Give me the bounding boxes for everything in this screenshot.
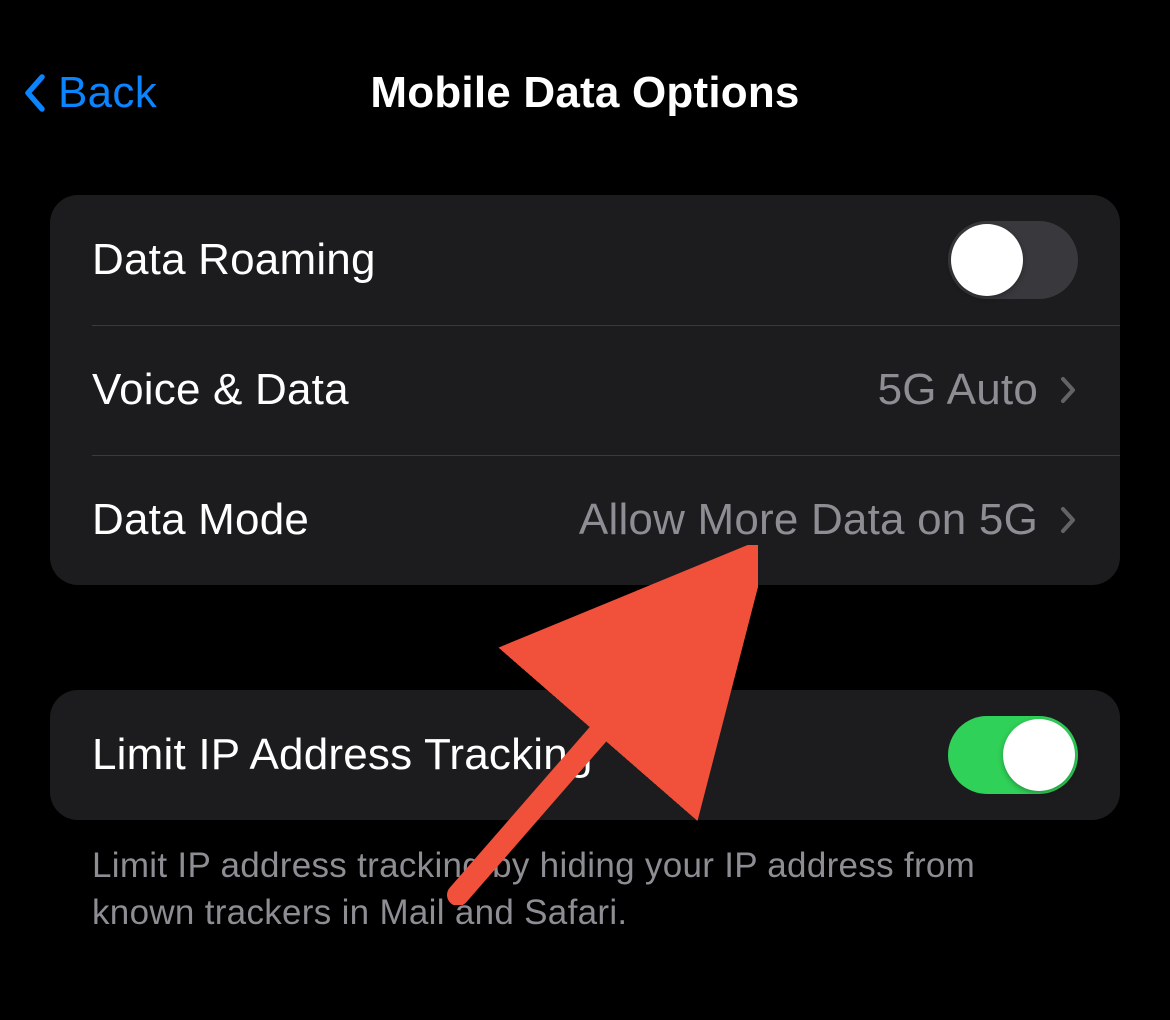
chevron-right-icon (1058, 503, 1078, 537)
limit-ip-tracking-toggle[interactable] (948, 716, 1078, 794)
content-area: Data Roaming Voice & Data 5G Auto Data M… (0, 140, 1170, 937)
chevron-left-icon (20, 69, 48, 117)
chevron-right-icon (1058, 373, 1078, 407)
limit-ip-tracking-label: Limit IP Address Tracking (92, 730, 948, 780)
data-mode-label: Data Mode (92, 495, 579, 545)
voice-data-label: Voice & Data (92, 365, 878, 415)
data-roaming-toggle[interactable] (948, 221, 1078, 299)
settings-group-1: Data Roaming Voice & Data 5G Auto Data M… (50, 195, 1120, 585)
data-mode-value: Allow More Data on 5G (579, 495, 1038, 545)
data-roaming-row[interactable]: Data Roaming (50, 195, 1120, 325)
voice-data-row[interactable]: Voice & Data 5G Auto (50, 325, 1120, 455)
toggle-knob (1003, 719, 1075, 791)
data-roaming-label: Data Roaming (92, 235, 948, 285)
limit-ip-tracking-row[interactable]: Limit IP Address Tracking (50, 690, 1120, 820)
settings-group-2: Limit IP Address Tracking (50, 690, 1120, 820)
back-label: Back (58, 68, 157, 118)
navigation-bar: Back Mobile Data Options (0, 0, 1170, 140)
voice-data-value: 5G Auto (878, 365, 1038, 415)
data-mode-row[interactable]: Data Mode Allow More Data on 5G (50, 455, 1120, 585)
page-title: Mobile Data Options (20, 68, 1150, 118)
limit-ip-tracking-footer: Limit IP address tracking by hiding your… (50, 820, 1120, 937)
back-button[interactable]: Back (20, 68, 157, 118)
toggle-knob (951, 224, 1023, 296)
